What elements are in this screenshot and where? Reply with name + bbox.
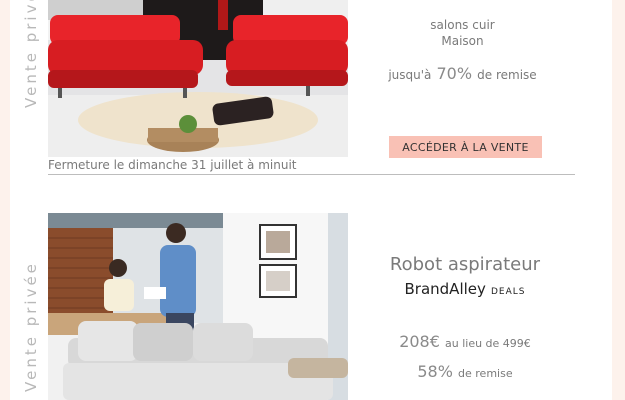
side-label-offer-1: Vente privée [22, 0, 40, 108]
sofa-photo [48, 0, 348, 157]
price-suffix: au lieu de 499€ [445, 337, 531, 350]
offer-2-title: Robot aspirateur [389, 254, 541, 275]
offer-1-discount: jusqu'à 70% de remise [370, 64, 555, 83]
brand-name: BrandAlley [404, 280, 486, 298]
offer-1-subtitle-2: Maison [441, 34, 484, 48]
living-room-photo [48, 213, 348, 400]
discount-value-2: 58% [417, 362, 453, 381]
offer-1-subtitle: salons cuir [430, 18, 495, 32]
discount-prefix: jusqu'à [388, 68, 432, 82]
access-sale-button[interactable]: ACCÉDER À LA VENTE [389, 136, 542, 158]
price-value: 208€ [399, 332, 440, 351]
brand-tag: DEALS [490, 287, 526, 297]
offer-2-discount: 58% de remise [370, 362, 560, 381]
divider [48, 174, 575, 175]
discount-value: 70% [436, 64, 473, 83]
side-label-offer-2: Vente privée [22, 261, 40, 392]
offer-1-image[interactable] [48, 0, 348, 157]
offer-2-price: 208€ au lieu de 499€ [370, 332, 560, 351]
discount-suffix: de remise [477, 68, 537, 82]
discount-suffix-2: de remise [458, 367, 513, 380]
brand-logo: BrandAlley DEALS [380, 279, 550, 298]
closing-date: Fermeture le dimanche 31 juillet à minui… [48, 158, 297, 172]
offer-2-image[interactable] [48, 213, 348, 400]
